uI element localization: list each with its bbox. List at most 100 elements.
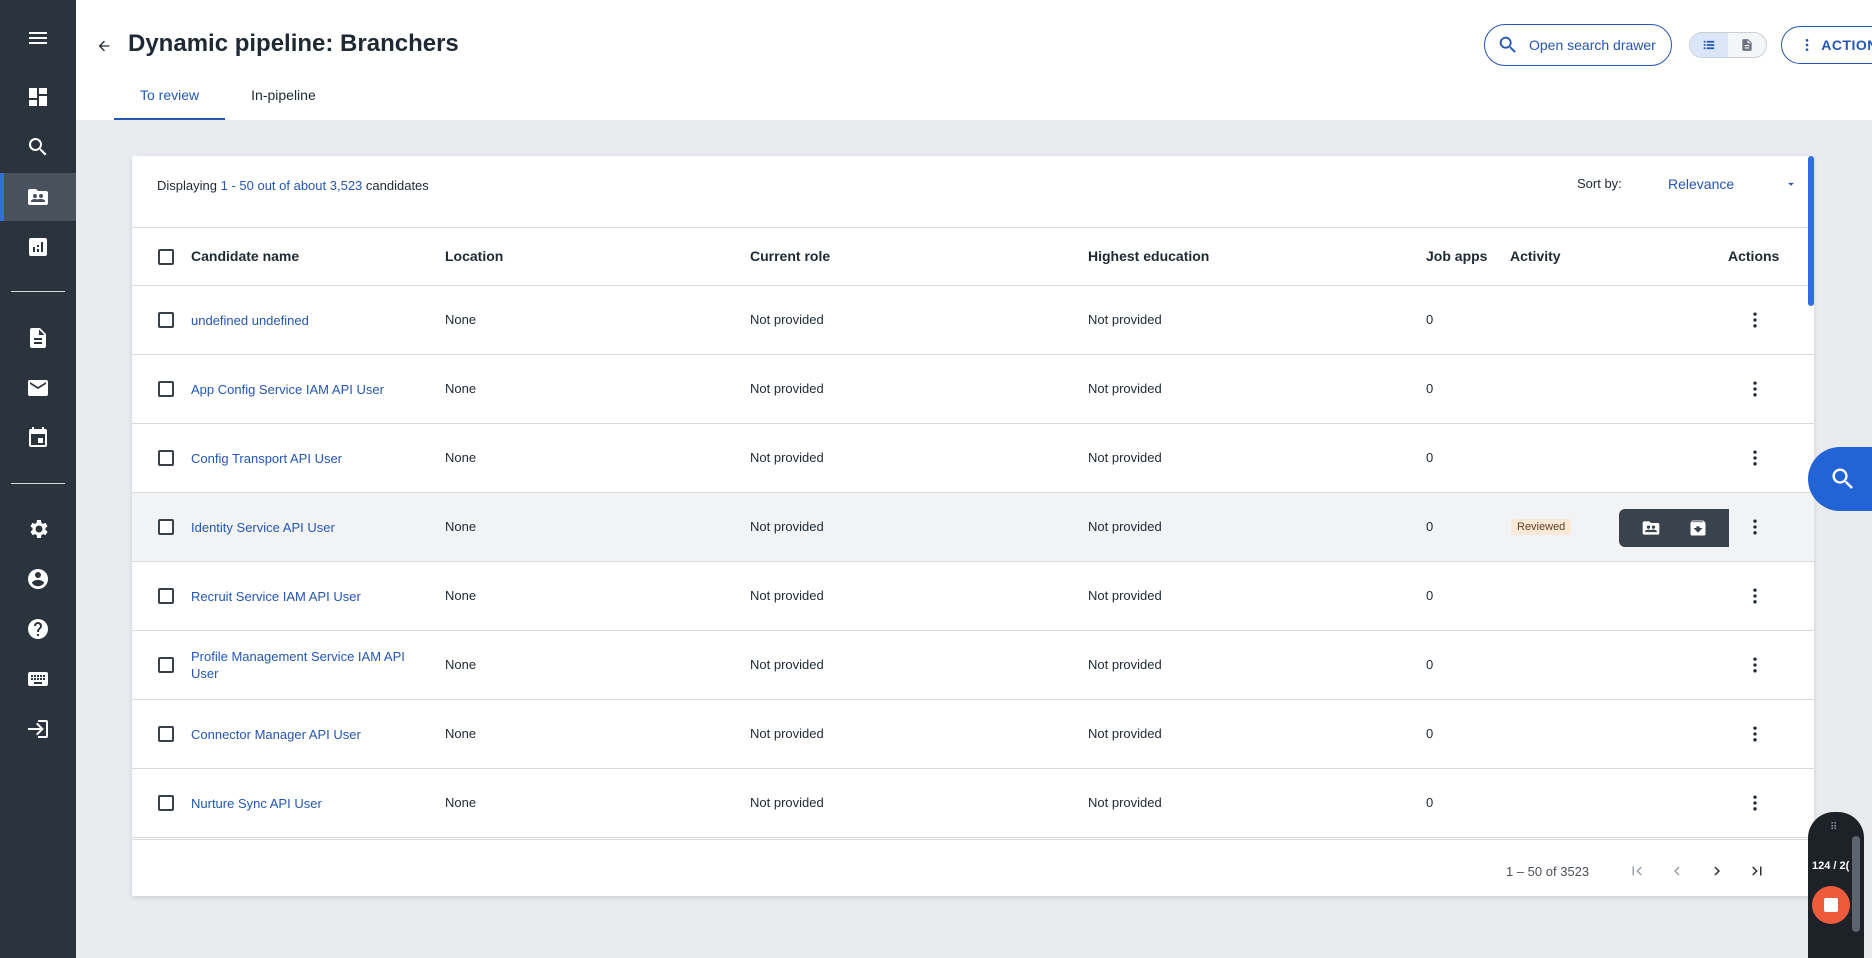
row-menu-button[interactable] — [1743, 377, 1767, 401]
candidate-name-link[interactable]: Profile Management Service IAM API User — [191, 648, 421, 682]
sidebar-item-documents[interactable] — [0, 314, 76, 362]
column-candidate-name[interactable]: Candidate name — [191, 248, 299, 264]
sidebar-item-settings[interactable] — [0, 505, 76, 553]
row-menu-button[interactable] — [1743, 722, 1767, 746]
candidate-name-link[interactable]: undefined undefined — [191, 312, 421, 329]
drag-handle-icon[interactable]: ⠿ — [1830, 822, 1837, 833]
floating-search-button[interactable] — [1808, 447, 1872, 511]
search-icon — [28, 138, 47, 156]
row-checkbox[interactable] — [158, 381, 174, 397]
row-checkbox[interactable] — [158, 657, 174, 673]
last-page-icon — [1752, 866, 1762, 876]
sidebar-item-mail[interactable] — [0, 364, 76, 412]
search-icon — [1832, 468, 1853, 489]
candidate-name-link[interactable]: Recruit Service IAM API User — [191, 588, 421, 605]
row-menu-button[interactable] — [1743, 308, 1767, 332]
row-checkbox[interactable] — [158, 726, 174, 742]
back-button[interactable] — [92, 34, 116, 58]
sidebar-item-pipeline[interactable] — [0, 173, 76, 221]
candidate-role: Not provided — [750, 450, 824, 465]
candidate-education: Not provided — [1088, 795, 1162, 810]
sidebar-item-search[interactable] — [0, 123, 76, 171]
stop-icon — [1824, 898, 1838, 912]
open-search-drawer-button[interactable]: Open search drawer — [1484, 24, 1672, 66]
more-vertical-icon — [1753, 795, 1757, 811]
recorder-scrollbar[interactable] — [1852, 836, 1860, 932]
row-checkbox[interactable] — [158, 588, 174, 604]
table-row[interactable]: undefined undefined None Not provided No… — [132, 286, 1814, 355]
table-row[interactable]: Nurture Sync API User None Not provided … — [132, 769, 1814, 838]
table-row[interactable]: Identity Service API User None Not provi… — [132, 493, 1814, 562]
candidate-location: None — [445, 450, 477, 465]
document-view-button[interactable] — [1728, 33, 1766, 57]
document-icon — [30, 328, 46, 348]
row-menu-button[interactable] — [1743, 584, 1767, 608]
candidate-name-link[interactable]: Config Transport API User — [191, 450, 421, 467]
column-job-apps[interactable]: Job apps — [1426, 248, 1487, 264]
logout-icon — [28, 720, 48, 738]
sidebar-item-logout[interactable] — [0, 705, 76, 753]
open-search-drawer-label: Open search drawer — [1529, 37, 1656, 53]
first-page-icon — [1632, 866, 1642, 876]
archive-button[interactable] — [1682, 514, 1714, 542]
arrow-left-icon — [98, 40, 110, 52]
row-menu-button[interactable] — [1743, 446, 1767, 470]
table-header: Candidate name Location Current role Hig… — [132, 228, 1814, 286]
row-menu-button[interactable] — [1743, 515, 1767, 539]
dashboard-icon — [29, 88, 47, 106]
column-highest-education[interactable]: Highest education — [1088, 248, 1209, 264]
tab-in-pipeline[interactable]: In-pipeline — [225, 80, 342, 120]
more-vertical-icon — [1753, 450, 1757, 466]
select-all-checkbox[interactable] — [158, 249, 174, 265]
pagination-info: 1 – 50 of 3523 — [1506, 864, 1590, 879]
sidebar-item-keyboard[interactable] — [0, 655, 76, 703]
candidate-name-link[interactable]: Identity Service API User — [191, 519, 421, 536]
more-vertical-icon — [1805, 39, 1809, 51]
last-page-button[interactable] — [1742, 856, 1772, 886]
list-view-button[interactable] — [1690, 33, 1728, 57]
candidate-name-link[interactable]: App Config Service IAM API User — [191, 381, 421, 398]
candidate-name-link[interactable]: Connector Manager API User — [191, 726, 421, 743]
actions-button[interactable]: ACTIONS — [1781, 26, 1872, 64]
row-menu-button[interactable] — [1743, 791, 1767, 815]
menu-button[interactable] — [0, 14, 76, 62]
candidate-job-apps: 0 — [1426, 519, 1434, 534]
previous-page-button[interactable] — [1662, 856, 1692, 886]
recorder-count: 124 / 2( — [1812, 860, 1850, 872]
next-page-button[interactable] — [1702, 856, 1732, 886]
table-row[interactable]: Recruit Service IAM API User None Not pr… — [132, 562, 1814, 631]
candidate-name-link[interactable]: Nurture Sync API User — [191, 795, 421, 812]
tab-bar: To review In-pipeline — [114, 80, 342, 120]
column-location[interactable]: Location — [445, 248, 503, 264]
more-vertical-icon — [1753, 312, 1757, 328]
table-row[interactable]: Profile Management Service IAM API User … — [132, 631, 1814, 700]
table-row[interactable]: Connector Manager API User None Not prov… — [132, 700, 1814, 769]
row-menu-button[interactable] — [1743, 653, 1767, 677]
candidate-job-apps: 0 — [1426, 381, 1434, 396]
row-checkbox[interactable] — [158, 450, 174, 466]
table-scrollbar[interactable] — [1808, 156, 1814, 306]
row-checkbox[interactable] — [158, 795, 174, 811]
sidebar-item-dashboard[interactable] — [0, 73, 76, 121]
calendar-icon — [29, 427, 47, 447]
column-actions: Actions — [1728, 248, 1780, 264]
table-row[interactable]: App Config Service IAM API User None Not… — [132, 355, 1814, 424]
stop-recording-button[interactable] — [1812, 886, 1850, 924]
column-current-role[interactable]: Current role — [750, 248, 830, 264]
tab-to-review[interactable]: To review — [114, 80, 226, 120]
first-page-button[interactable] — [1622, 856, 1652, 886]
sidebar-item-reports[interactable] — [0, 223, 76, 271]
sidebar-item-help[interactable] — [0, 605, 76, 653]
row-checkbox[interactable] — [158, 519, 174, 535]
sort-select[interactable]: Relevance — [1668, 168, 1798, 200]
table-row[interactable]: Config Transport API User None Not provi… — [132, 424, 1814, 493]
settings-icon — [30, 520, 48, 538]
candidate-location: None — [445, 726, 477, 741]
sidebar-item-account[interactable] — [0, 555, 76, 603]
candidate-job-apps: 0 — [1426, 657, 1434, 672]
row-checkbox[interactable] — [158, 312, 174, 328]
caret-down-icon — [1788, 182, 1794, 186]
move-to-pipeline-button[interactable] — [1635, 514, 1667, 542]
candidate-education: Not provided — [1088, 381, 1162, 396]
sidebar-item-calendar[interactable] — [0, 414, 76, 462]
